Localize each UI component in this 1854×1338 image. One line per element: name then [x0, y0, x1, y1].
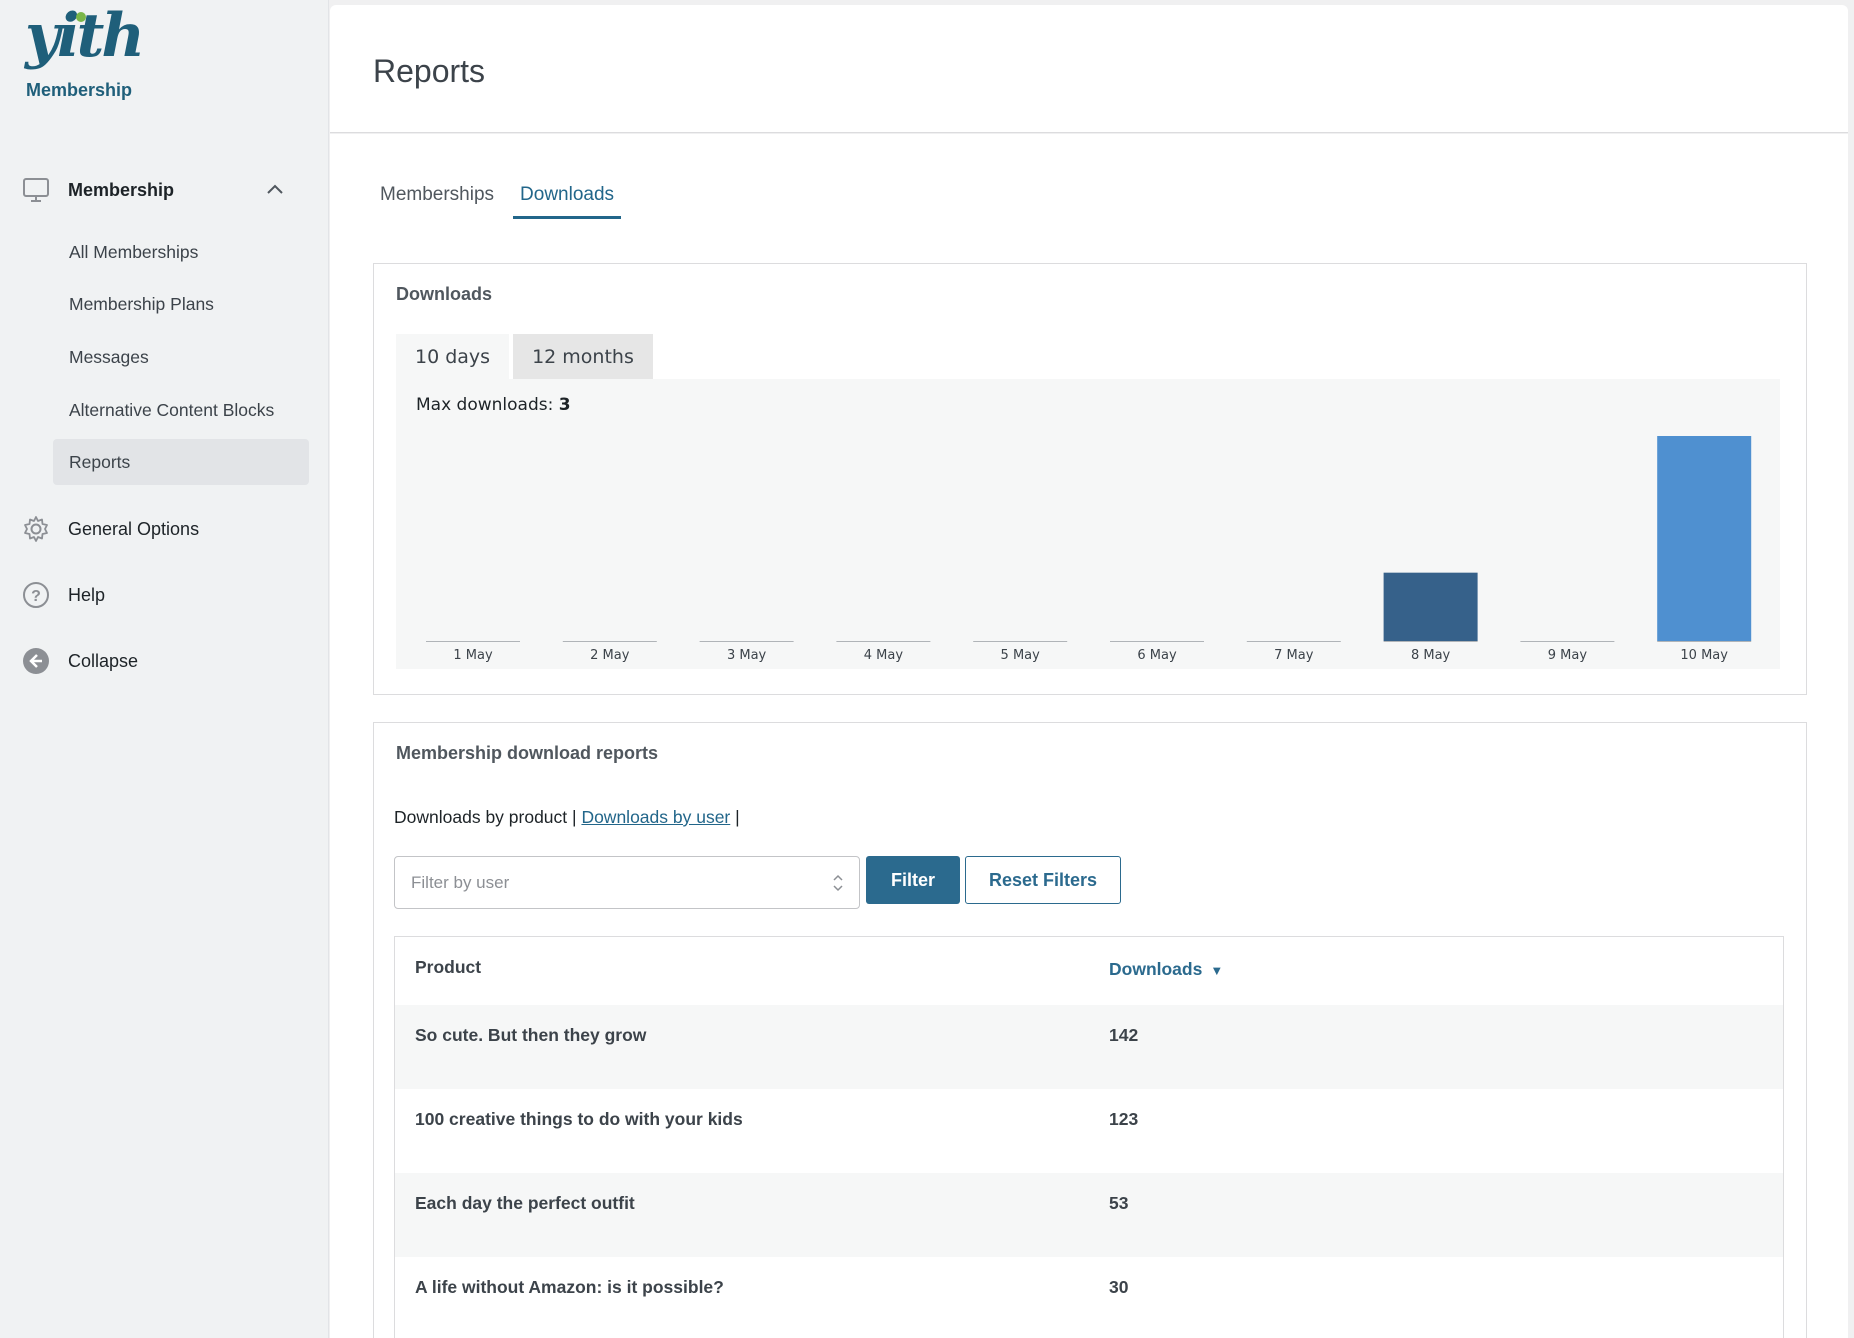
table-cell-product: So cute. But then they grow: [415, 1025, 647, 1045]
tab-downloads[interactable]: Downloads: [513, 184, 622, 219]
sidebar-item-alternative-content-blocks[interactable]: Alternative Content Blocks: [53, 387, 309, 433]
report-view-switch: Downloads by product | Downloads by user…: [394, 807, 740, 828]
table-row: 100 creative things to do with your kids…: [395, 1089, 1783, 1173]
chart-x-tick-label: 5 May: [1001, 648, 1041, 663]
reset-filters-button[interactable]: Reset Filters: [965, 856, 1121, 904]
filter-button[interactable]: Filter: [866, 856, 960, 904]
column-header-downloads[interactable]: Downloads ▼: [1109, 959, 1223, 980]
chart-x-tick-label: 3 May: [727, 648, 767, 663]
help-icon: ?: [22, 581, 50, 609]
menu-membership[interactable]: Membership: [22, 170, 302, 210]
chart-x-tick-label: 4 May: [864, 648, 904, 663]
chart-x-tick-label: 10 May: [1680, 648, 1728, 663]
chart-x-tick-label: 6 May: [1137, 648, 1177, 663]
separator: |: [735, 807, 740, 827]
table-cell-product: A life without Amazon: is it possible?: [415, 1277, 724, 1297]
chart-bar: [1657, 436, 1752, 641]
tab-memberships[interactable]: Memberships: [373, 184, 501, 219]
admin-sidebar: yith Membership Membership All Membershi…: [0, 0, 329, 1338]
sidebar-item-all-memberships[interactable]: All Memberships: [53, 229, 309, 275]
table-header-row: Product Downloads ▼: [395, 937, 1783, 1005]
logo-dot: [76, 12, 86, 22]
range-tab-10-days[interactable]: 10 days: [396, 334, 510, 379]
brand-subtitle: Membership: [26, 80, 133, 100]
downloads-panel: Downloads 10 days 12 months Max download…: [373, 263, 1807, 695]
chart-x-tick-label: 2 May: [590, 648, 630, 663]
column-header-downloads-label: Downloads: [1109, 959, 1203, 979]
table-cell-product: Each day the perfect outfit: [415, 1193, 635, 1213]
sidebar-item-reports[interactable]: Reports: [53, 439, 309, 485]
chart-bar: [1383, 572, 1478, 641]
range-tabs: 10 days 12 months: [396, 334, 657, 379]
menu-collapse[interactable]: Collapse: [22, 641, 302, 681]
chart-x-tick-label: 9 May: [1548, 648, 1588, 663]
download-reports-panel: Membership download reports Downloads by…: [373, 722, 1807, 1338]
table-cell-downloads: 142: [1109, 1025, 1139, 1045]
chart-svg: 1 May 2 May 3 May 4 May 5 May 6 May 7 May 8 May…: [426, 436, 1752, 663]
filter-by-user-select[interactable]: Filter by user: [394, 856, 860, 909]
monitor-icon: [22, 176, 50, 204]
menu-general-options-label: General Options: [68, 518, 200, 539]
downloads-table: Product Downloads ▼ So cute. But then the…: [394, 936, 1784, 1338]
chart-x-tick-label: 7 May: [1274, 648, 1314, 663]
svg-text:?: ?: [31, 588, 41, 605]
filter-by-user-placeholder: Filter by user: [411, 872, 510, 892]
report-tabs: Memberships Downloads: [373, 184, 633, 219]
sidebar-item-membership-plans[interactable]: Membership Plans: [53, 281, 309, 327]
column-header-product: Product: [415, 957, 482, 977]
downloads-by-user-link[interactable]: Downloads by user: [581, 807, 730, 827]
menu-help[interactable]: ? Help: [22, 575, 302, 615]
table-row: So cute. But then they grow 142: [395, 1005, 1783, 1089]
menu-membership-label: Membership: [68, 179, 175, 200]
menu-general-options[interactable]: General Options: [22, 509, 302, 549]
yith-logo[interactable]: yith: [25, 6, 145, 66]
page-header: Reports: [330, 5, 1848, 133]
table-cell-downloads: 30: [1109, 1277, 1129, 1297]
downloads-panel-title: Downloads: [396, 284, 493, 304]
sort-desc-icon: ▼: [1210, 963, 1224, 978]
page-title: Reports: [373, 53, 486, 89]
select-arrows-icon: [831, 871, 845, 900]
menu-collapse-label: Collapse: [68, 650, 139, 671]
main-content: Memberships Downloads Downloads 10 days …: [330, 134, 1848, 1338]
chart-x-tick-label: 8 May: [1411, 648, 1451, 663]
range-tab-12-months[interactable]: 12 months: [513, 334, 653, 379]
table-cell-product: 100 creative things to do with your kids: [415, 1109, 743, 1129]
table-row: A life without Amazon: is it possible? 3…: [395, 1257, 1783, 1338]
downloads-chart: Max downloads: 3 1 May 2 May 3 May 4 May 5 M…: [396, 379, 1780, 669]
table-row: Each day the perfect outfit 53: [395, 1173, 1783, 1257]
gear-icon: [22, 515, 50, 543]
chevron-up-icon[interactable]: [266, 181, 284, 204]
table-cell-downloads: 123: [1109, 1109, 1139, 1129]
table-cell-downloads: 53: [1109, 1193, 1129, 1213]
download-reports-title: Membership download reports: [396, 743, 659, 763]
menu-help-label: Help: [68, 584, 106, 605]
collapse-arrow-icon: [22, 647, 50, 675]
sidebar-item-messages[interactable]: Messages: [53, 334, 309, 380]
chart-x-tick-label: 1 May: [453, 648, 493, 663]
downloads-by-product-label: Downloads by product |: [394, 807, 577, 827]
